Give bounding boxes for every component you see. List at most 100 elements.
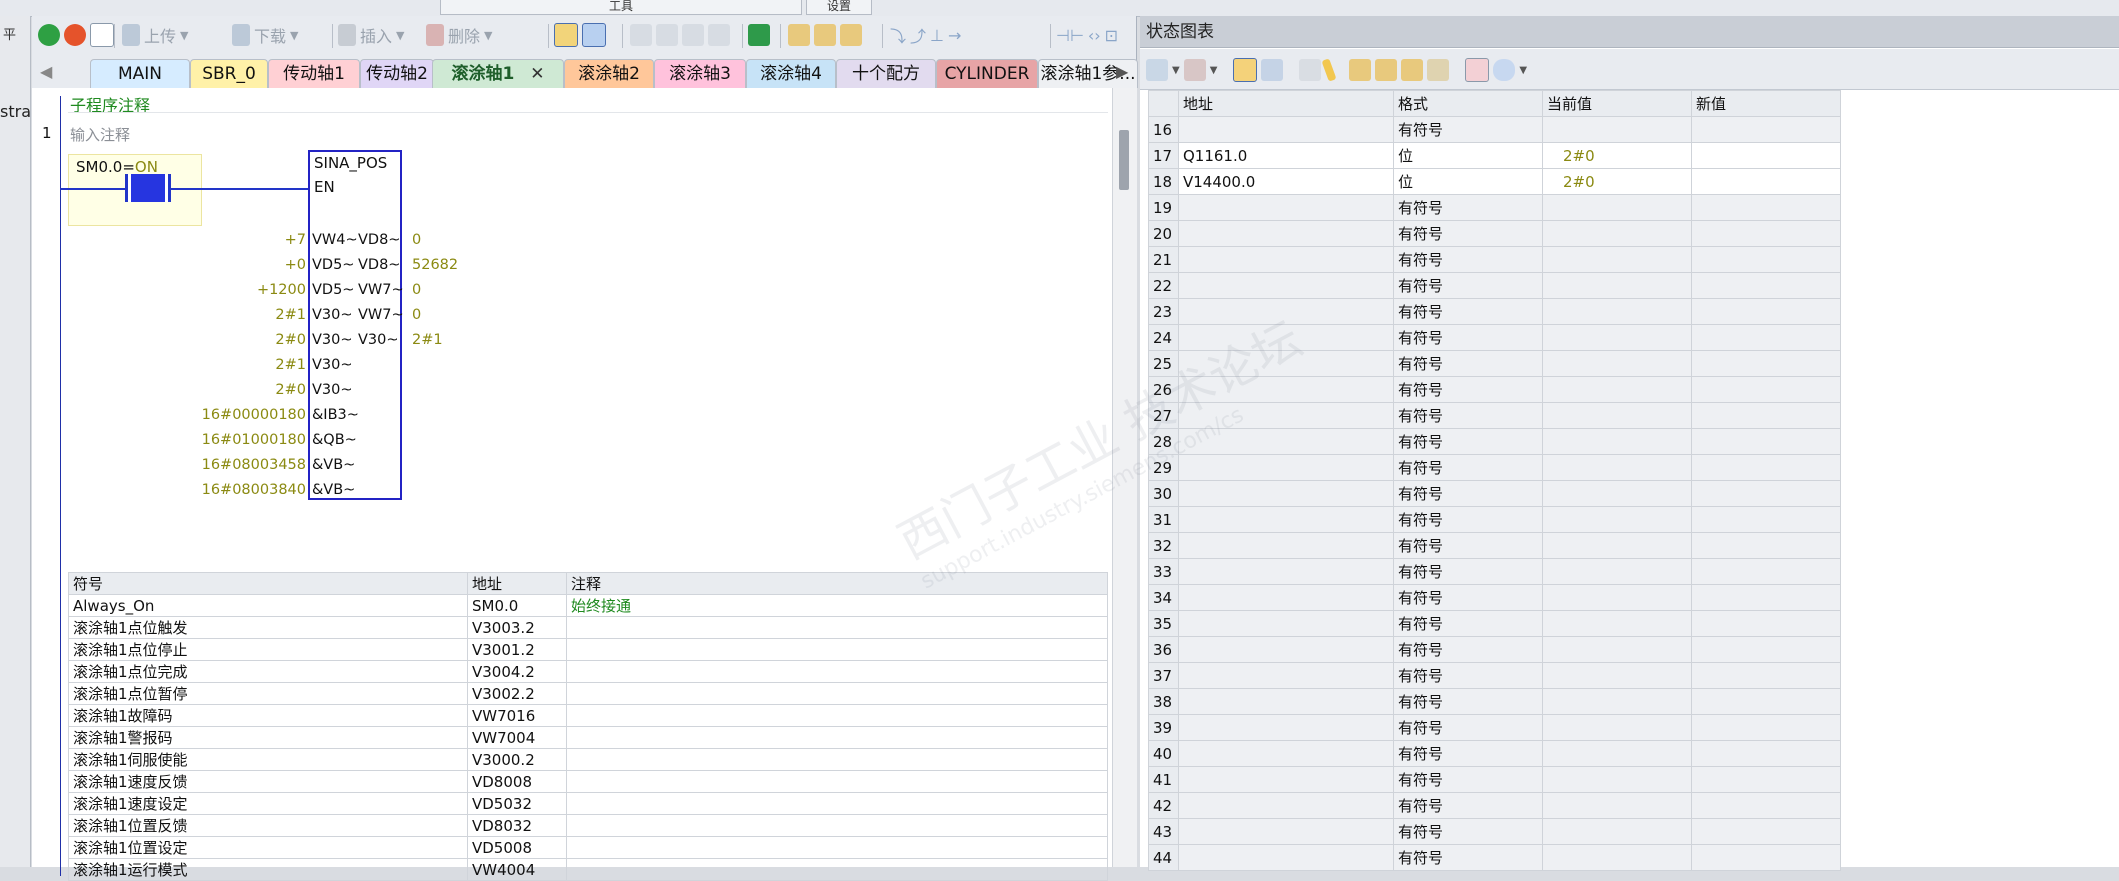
output-value[interactable]: 0 [412,228,458,253]
output-value[interactable]: 0 [412,278,458,303]
tab-sbr0[interactable]: SBR_0 [190,59,268,88]
col-header[interactable]: 当前值 [1542,90,1692,117]
current-value-cell[interactable] [1542,246,1692,273]
address-cell[interactable]: V3003.2 [467,616,567,639]
current-value-cell[interactable] [1542,428,1692,455]
col-header[interactable]: 格式 [1393,90,1543,117]
branch-up-icon[interactable]: ⤴ [910,23,926,47]
lock-icon[interactable] [788,24,810,46]
new-value-cell[interactable] [1691,454,1841,481]
input-value[interactable]: 16#08003840 [6,478,306,503]
table-row[interactable]: 滚涂轴1速度反馈 VD8008 [68,770,1108,793]
address-cell[interactable] [1178,532,1394,559]
address-cell[interactable]: V3002.2 [467,682,567,705]
address-cell[interactable] [1178,272,1394,299]
current-value-cell[interactable] [1542,662,1692,689]
address-cell[interactable] [1178,402,1394,429]
address-cell[interactable]: VD8008 [467,770,567,793]
format-cell[interactable]: 有符号 [1393,766,1543,793]
table-row[interactable]: 32 有符号 [1148,532,1841,559]
current-value-cell[interactable] [1542,272,1692,299]
current-value-cell[interactable] [1542,532,1692,559]
current-value-cell[interactable] [1542,740,1692,767]
current-value-cell[interactable] [1542,688,1692,715]
line-right-icon[interactable]: → [948,26,961,45]
address-cell[interactable]: VD5032 [467,792,567,815]
table-row[interactable]: Always_On SM0.0 始终接通 [68,594,1108,617]
prev-bookmark-icon[interactable] [656,24,678,46]
comment-cell[interactable] [566,836,1108,859]
address-cell[interactable] [1178,116,1394,143]
current-value-cell[interactable] [1542,116,1692,143]
table-row[interactable]: 滚涂轴1伺服使能 V3000.2 [68,748,1108,771]
new-value-cell[interactable] [1691,350,1841,377]
address-cell[interactable]: V3001.2 [467,638,567,661]
output-value[interactable]: 2#1 [412,328,458,353]
address-cell[interactable] [1178,688,1394,715]
input-value[interactable]: 16#00000180 [6,403,306,428]
tab-main[interactable]: MAIN [90,59,190,88]
col-header[interactable]: 符号 [68,572,468,595]
new-value-cell[interactable] [1691,558,1841,585]
table-row[interactable]: 42 有符号 [1148,792,1841,819]
input-value[interactable]: 2#1 [6,303,306,328]
new-value-cell[interactable] [1691,818,1841,845]
symbol-cell[interactable]: 滚涂轴1速度反馈 [68,770,468,793]
new-value-cell[interactable] [1691,402,1841,429]
read-forced-icon[interactable] [1427,59,1450,81]
current-value-cell[interactable] [1542,402,1692,429]
new-value-cell[interactable] [1691,428,1841,455]
tab-cylinder[interactable]: CYLINDER [936,59,1038,88]
table-row[interactable]: 41 有符号 [1148,766,1841,793]
force-icon[interactable] [1349,59,1372,81]
contact-icon[interactable]: ⊣⊢ [1056,26,1084,45]
address-cell[interactable]: VW4004 [467,858,567,881]
new-value-cell[interactable] [1691,662,1841,689]
address-cell[interactable] [1178,376,1394,403]
new-value-cell[interactable] [1691,714,1841,741]
table-row[interactable]: 滚涂轴1点位触发 V3003.2 [68,616,1108,639]
table-row[interactable]: 24 有符号 [1148,324,1841,351]
format-cell[interactable]: 有符号 [1393,532,1543,559]
current-value-cell[interactable]: 2#0 [1542,168,1692,195]
table-row[interactable]: 26 有符号 [1148,376,1841,403]
current-value-cell[interactable] [1542,610,1692,637]
chevron-down-icon[interactable]: ▼ [1519,65,1527,76]
tab-roller-axis-1-active[interactable]: 滚涂轴1 ✕ [432,59,564,88]
close-tab-icon[interactable]: ✕ [530,64,544,84]
symbol-cell[interactable]: 滚涂轴1位置反馈 [68,814,468,837]
current-value-cell[interactable] [1542,766,1692,793]
current-value-cell[interactable] [1542,506,1692,533]
new-value-cell[interactable] [1691,324,1841,351]
new-value-cell[interactable] [1691,480,1841,507]
address-cell[interactable] [1178,194,1394,221]
chart-status-icon[interactable] [1233,58,1258,82]
table-row[interactable]: 38 有符号 [1148,688,1841,715]
upload-button[interactable]: 上传 ▼ [122,22,188,48]
table-row[interactable]: 34 有符号 [1148,584,1841,611]
address-cell[interactable]: V14400.0 [1178,168,1394,195]
address-cell[interactable] [1178,740,1394,767]
comment-cell[interactable] [566,726,1108,749]
format-cell[interactable]: 有符号 [1393,662,1543,689]
format-cell[interactable]: 有符号 [1393,688,1543,715]
table-row[interactable]: 滚涂轴1故障码 VW7016 [68,704,1108,727]
pause-icon[interactable] [1261,59,1284,81]
chevron-down-icon[interactable]: ▼ [1172,65,1180,76]
trend-icon[interactable] [582,23,606,47]
new-value-cell[interactable] [1691,298,1841,325]
output-value[interactable]: 0 [412,303,458,328]
comment-cell[interactable] [566,748,1108,771]
symbol-cell[interactable]: 滚涂轴1点位触发 [68,616,468,639]
address-cell[interactable]: Q1161.0 [1178,142,1394,169]
unforce-all-icon[interactable] [1401,59,1424,81]
comment-cell[interactable] [566,616,1108,639]
bookmark-icon[interactable] [630,24,652,46]
table-row[interactable]: 39 有符号 [1148,714,1841,741]
address-cell[interactable] [1178,246,1394,273]
table-row[interactable]: 29 有符号 [1148,454,1841,481]
symbol-cell[interactable]: 滚涂轴1故障码 [68,704,468,727]
editor-scrollbar[interactable] [1112,88,1137,867]
table-row[interactable]: 22 有符号 [1148,272,1841,299]
new-value-cell[interactable] [1691,168,1841,195]
